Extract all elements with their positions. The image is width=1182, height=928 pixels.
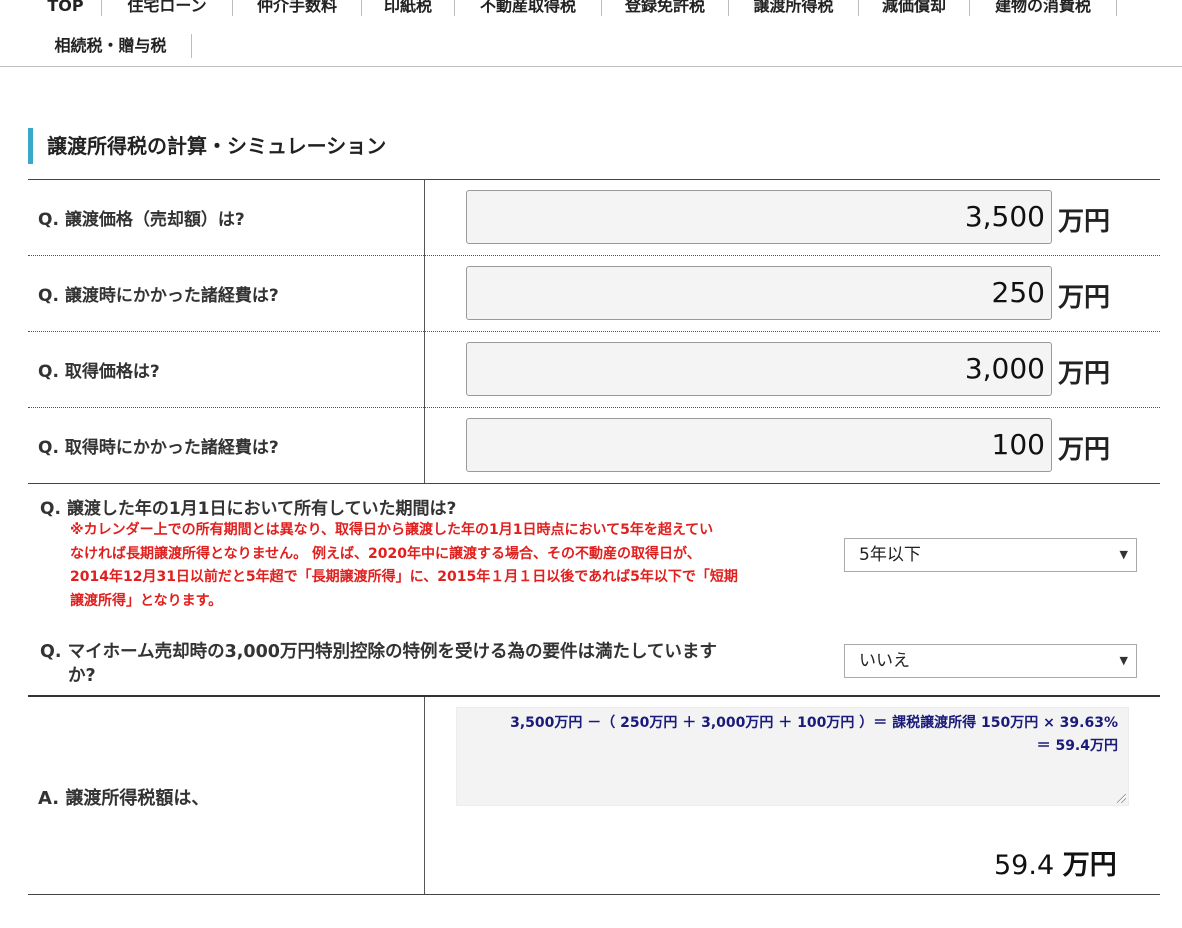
question-sale-price-label: Q. 譲渡価格（売却額）は? (38, 210, 245, 230)
table-bottom-border (28, 894, 1160, 895)
column-divider (424, 697, 425, 894)
dropdown-arrow-icon: ▼ (1119, 654, 1128, 667)
row-divider (28, 255, 1160, 256)
tax-result-unit: 万円 (1062, 850, 1117, 881)
nav-item-building-consumption-tax[interactable]: 建物の消費税 (970, 0, 1117, 16)
calculation-formula-textarea[interactable]: 3,500万円 －（ 250万円 ＋ 3,000万円 ＋ 100万円 ）＝ 課税… (456, 707, 1129, 806)
nav-item-registration-tax[interactable]: 登録免許税 (602, 0, 729, 16)
column-divider (424, 180, 425, 483)
ownership-period-note: ※カレンダー上での所有期間とは異なり、取得日から譲渡した年の1月1日時点において… (70, 519, 820, 613)
nav-item-acquisition-tax[interactable]: 不動産取得税 (455, 0, 602, 16)
answer-label: A. 譲渡所得税額は、 (38, 788, 210, 809)
dropdown-arrow-icon: ▼ (1119, 548, 1128, 561)
note-line: ※カレンダー上での所有期間とは異なり、取得日から譲渡した年の1月1日時点において… (70, 522, 714, 538)
question-myhome-deduction-label: Q. マイホーム売却時の3,000万円特別控除の特例を受ける為の要件は満たしてい… (40, 638, 800, 662)
row-divider (28, 695, 1160, 697)
unit-label: 万円 (1058, 359, 1111, 389)
nav-item-housing-loan[interactable]: 住宅ローン (102, 0, 233, 16)
myhome-question-line2: か? (68, 666, 96, 686)
row-divider (28, 483, 1160, 484)
myhome-question-line1: Q. マイホーム売却時の3,000万円特別控除の特例を受ける為の要件は満たしてい… (40, 642, 717, 662)
note-line: 2014年12月31日以前だと5年超で「長期譲渡所得」に、2015年１月１日以後… (70, 569, 738, 585)
question-sale-expense-label: Q. 譲渡時にかかった諸経費は? (38, 286, 279, 306)
unit-label: 万円 (1058, 435, 1111, 465)
nav-item-stamp-tax[interactable]: 印紙税 (362, 0, 455, 16)
acquisition-price-input[interactable]: 3,000 (466, 342, 1052, 396)
nav-item-transfer-income-tax[interactable]: 譲渡所得税 (729, 0, 859, 16)
unit-label: 万円 (1058, 207, 1111, 237)
myhome-deduction-selected-value: いいえ (859, 651, 910, 671)
question-acquisition-expense-label: Q. 取得時にかかった諸経費は? (38, 438, 279, 458)
table-top-border (28, 179, 1160, 180)
sale-expense-input[interactable]: 250 (466, 266, 1052, 320)
sale-price-input[interactable]: 3,500 (466, 190, 1052, 244)
tax-result-value: 59.4 万円 (994, 843, 1117, 882)
page-title: 譲渡所得税の計算・シミュレーション (28, 128, 386, 164)
ownership-period-selected-value: 5年以下 (859, 545, 921, 565)
question-acquisition-price-label: Q. 取得価格は? (38, 362, 160, 382)
nav-item-top[interactable]: TOP (30, 0, 102, 16)
unit-label: 万円 (1058, 283, 1111, 313)
resize-handle-icon[interactable] (1117, 794, 1126, 803)
myhome-deduction-select[interactable]: いいえ ▼ (844, 644, 1137, 678)
acquisition-expense-input[interactable]: 100 (466, 418, 1052, 472)
tax-result-number: 59.4 (994, 850, 1055, 881)
ownership-period-select[interactable]: 5年以下 ▼ (844, 538, 1137, 572)
question-ownership-period-label: Q. 譲渡した年の1月1日において所有していた期間は? (40, 499, 457, 519)
nav-item-brokerage-fee[interactable]: 仲介手数料 (233, 0, 362, 16)
note-line: 譲渡所得」となります。 (70, 592, 223, 609)
nav-item-inheritance-gift-tax[interactable]: 相続税・贈与税 (30, 34, 192, 58)
formula-line: ＝ 59.4万円 (1036, 738, 1118, 754)
nav-item-depreciation[interactable]: 減価償却 (859, 0, 970, 16)
top-nav: TOP 住宅ローン 仲介手数料 印紙税 不動産取得税 登録免許税 譲渡所得税 減… (0, 0, 1182, 67)
row-divider (28, 407, 1160, 408)
note-line: なければ長期譲渡所得となりません。 例えば、2020年中に譲渡する場合、その不動… (70, 545, 701, 562)
formula-line: 3,500万円 －（ 250万円 ＋ 3,000万円 ＋ 100万円 ）＝ 課税… (510, 715, 1118, 731)
row-divider (28, 331, 1160, 332)
